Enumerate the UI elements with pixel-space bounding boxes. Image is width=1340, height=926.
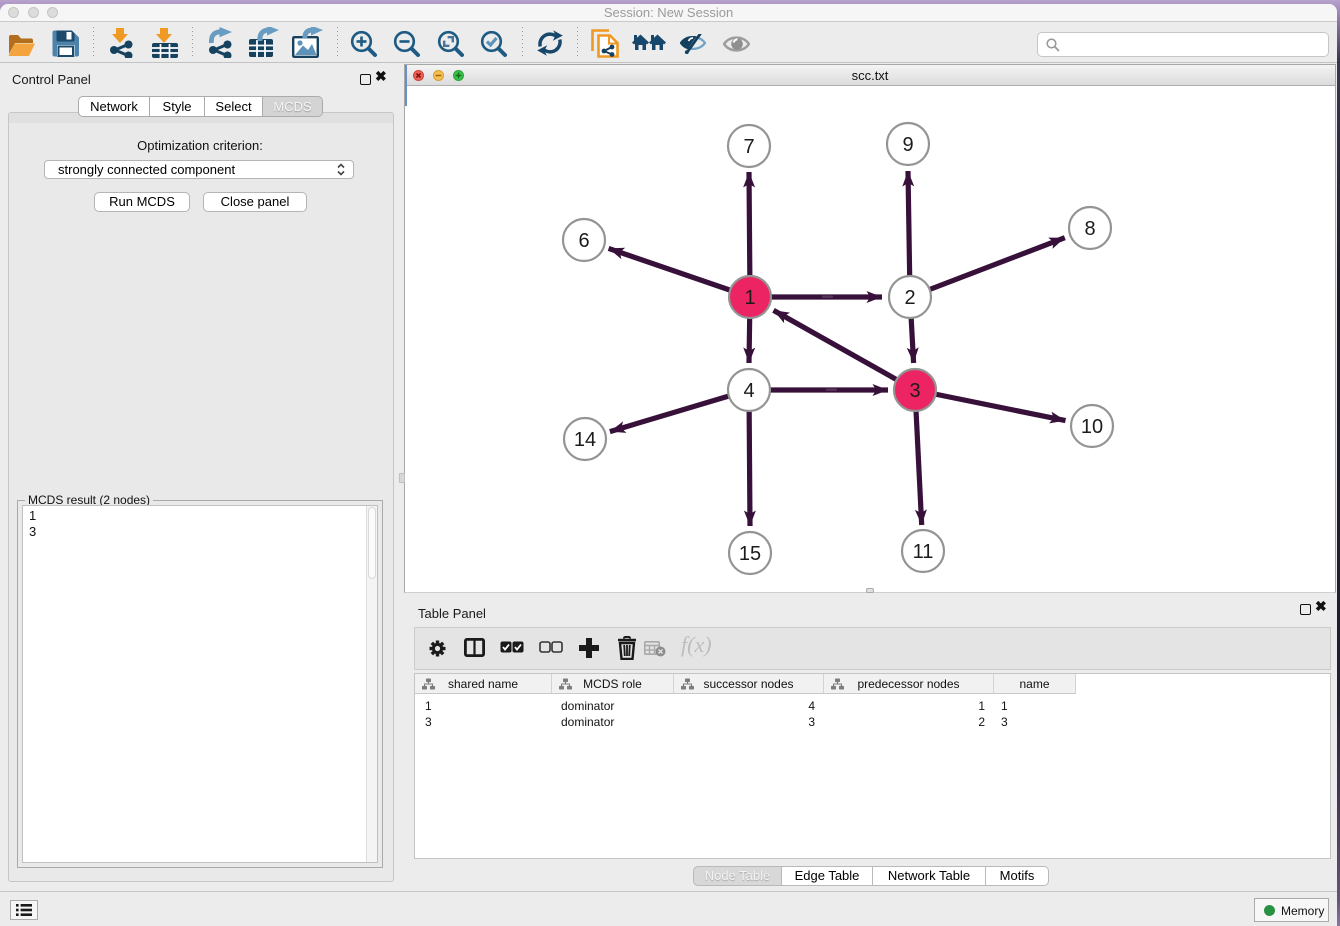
svg-text:7: 7 bbox=[743, 136, 754, 158]
svg-text:10: 10 bbox=[1081, 416, 1103, 438]
svg-text:4: 4 bbox=[743, 380, 754, 402]
svg-text:11: 11 bbox=[913, 541, 934, 563]
svg-text:8: 8 bbox=[1084, 218, 1095, 240]
svg-text:1: 1 bbox=[744, 287, 755, 309]
svg-text:2: 2 bbox=[904, 287, 915, 309]
svg-text:9: 9 bbox=[902, 134, 913, 156]
svg-text:3: 3 bbox=[909, 380, 920, 402]
svg-text:14: 14 bbox=[574, 429, 596, 451]
svg-text:15: 15 bbox=[739, 543, 761, 565]
svg-text:6: 6 bbox=[578, 230, 589, 252]
